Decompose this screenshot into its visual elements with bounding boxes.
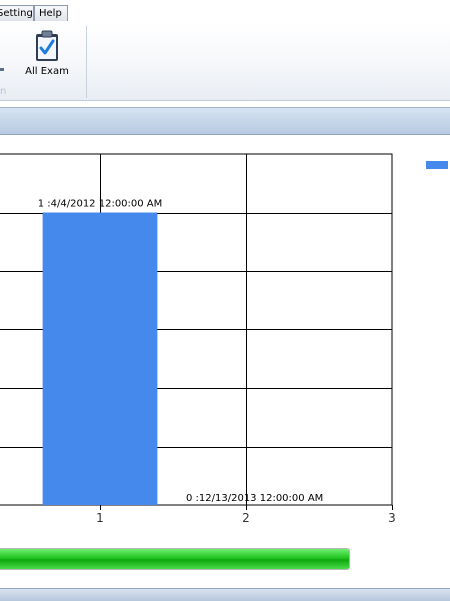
ribbon-fragment	[0, 68, 4, 71]
x-tick-label: 3	[388, 511, 396, 525]
menu-bar: Setting Help	[0, 0, 450, 23]
all-exam-label: All Exam	[25, 66, 69, 77]
status-bar	[0, 588, 450, 601]
ribbon-separator	[86, 26, 87, 98]
legend-swatch	[426, 161, 448, 169]
progress-bar-fill	[0, 549, 349, 569]
ribbon-group-caption: n	[0, 86, 7, 97]
menu-tab-help[interactable]: Help	[34, 5, 68, 21]
content-header-bar	[0, 107, 450, 135]
data-label: 0 :12/13/2013 12:00:00 AM	[186, 493, 323, 504]
bar-chart: 1 2 3 1 :4/4/2012 12:00:00 AM 0 :12/13/2013 …	[0, 153, 448, 525]
menu-tab-setting[interactable]: Setting	[0, 5, 34, 21]
all-exam-button[interactable]: All Exam	[22, 27, 72, 85]
data-label: 1 :4/4/2012 12:00:00 AM	[38, 199, 163, 210]
progress-bar	[0, 548, 350, 570]
bar	[42, 212, 158, 505]
x-tick-label: 2	[242, 511, 250, 525]
clipboard-check-icon	[36, 30, 58, 61]
x-tick-label: 1	[96, 511, 104, 525]
